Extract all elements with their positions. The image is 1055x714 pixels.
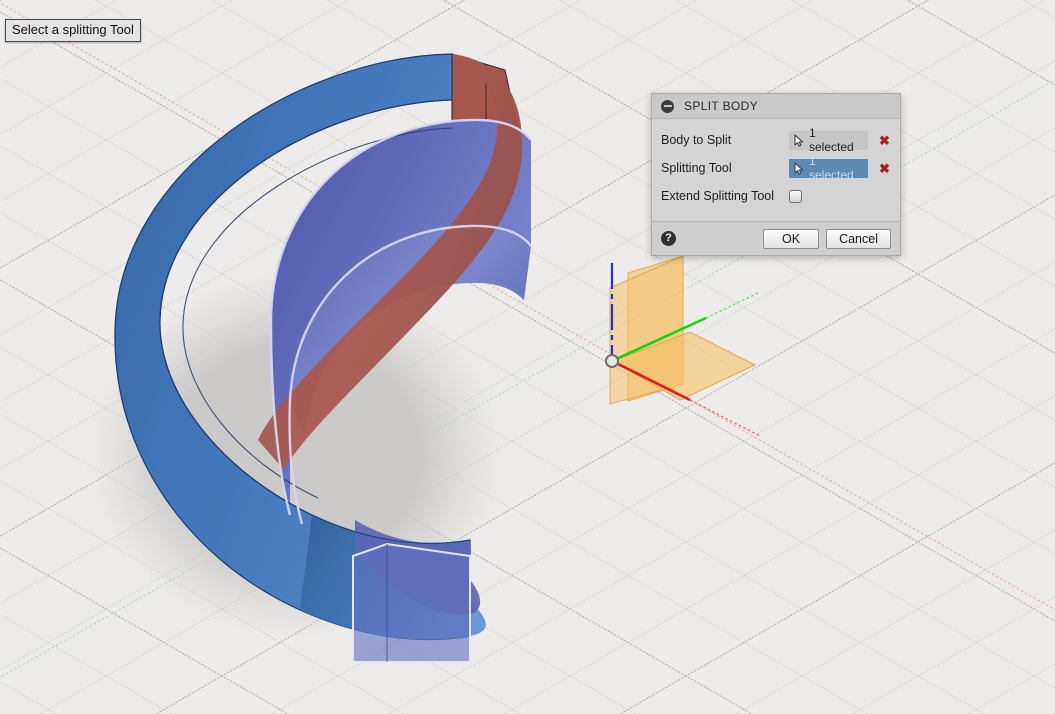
row-extend-splitting-tool: Extend Splitting Tool xyxy=(652,183,900,209)
body-to-split-selection-field[interactable]: 1 selected xyxy=(789,126,868,154)
body-to-split-clear-button[interactable]: ✖ xyxy=(879,134,890,147)
dialog-title: SPLIT BODY xyxy=(684,99,758,113)
cursor-arrow-icon xyxy=(794,162,804,174)
status-tooltip: Select a splitting Tool xyxy=(5,19,141,42)
help-icon[interactable]: ? xyxy=(661,231,676,246)
origin-point xyxy=(605,354,619,368)
cursor-arrow-icon xyxy=(794,134,804,146)
dialog-body: Body to Split 1 selected ✖ Splitting Too… xyxy=(652,119,900,221)
tooltip-text: Select a splitting Tool xyxy=(12,22,134,37)
body-to-split-label: Body to Split xyxy=(661,133,732,147)
splitting-tool-selection-field[interactable]: 1 selected xyxy=(789,154,868,182)
splitting-tool-value: 1 selected xyxy=(809,154,854,182)
split-body-dialog[interactable]: SPLIT BODY Body to Split 1 selected ✖ Sp… xyxy=(651,93,901,256)
fusion-viewport-window: Select a splitting Tool SPLIT BODY Body … xyxy=(0,0,1055,714)
body-to-split-value: 1 selected xyxy=(809,126,854,154)
row-body-to-split: Body to Split 1 selected ✖ xyxy=(652,126,900,154)
minus-circle-icon[interactable] xyxy=(661,99,674,113)
cancel-button[interactable]: Cancel xyxy=(826,228,891,249)
extend-splitting-tool-label: Extend Splitting Tool xyxy=(661,189,775,203)
splitting-tool-label: Splitting Tool xyxy=(661,161,732,175)
extend-splitting-tool-checkbox[interactable] xyxy=(789,189,802,203)
splitting-tool-plane[interactable] xyxy=(352,542,471,663)
dialog-titlebar[interactable]: SPLIT BODY xyxy=(652,94,900,119)
dialog-footer: ? OK Cancel xyxy=(652,221,900,255)
row-splitting-tool: Splitting Tool 1 selected ✖ xyxy=(652,154,900,182)
ok-button[interactable]: OK xyxy=(763,228,820,249)
splitting-tool-clear-button[interactable]: ✖ xyxy=(879,162,890,175)
